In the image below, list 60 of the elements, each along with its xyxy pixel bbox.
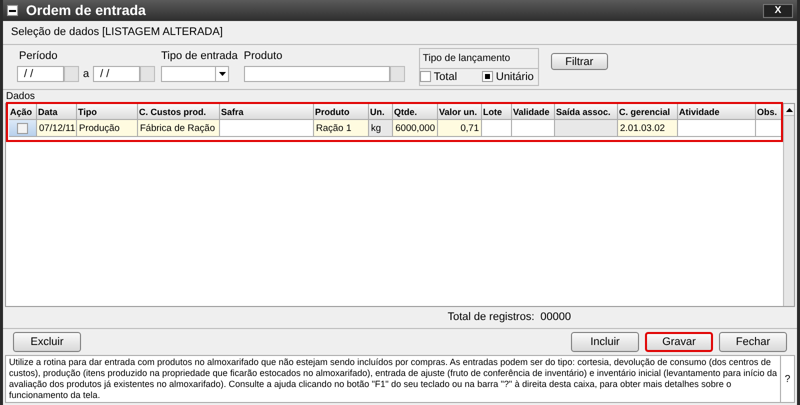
column-header[interactable]: Obs. bbox=[756, 104, 783, 120]
column-header[interactable]: Safra bbox=[220, 104, 314, 120]
close-button[interactable]: X bbox=[763, 4, 793, 18]
column-header[interactable]: C. gerencial bbox=[618, 104, 678, 120]
section-label: Dados bbox=[5, 90, 36, 103]
column-header[interactable]: Valor un. bbox=[438, 104, 482, 120]
table-cell bbox=[482, 120, 512, 137]
table-cell: Fábrica de Ração bbox=[138, 120, 220, 137]
scrollbar[interactable] bbox=[783, 104, 794, 306]
help-text: Utilize a rotina para dar entrada com produtos no almoxarifado que não estejam sendo incluídos por compras. As entradas podem ser do tipo: cortesia, devolução de consumo (dos centros de custos), produção (itens produzido na propriedade que ficarão estocados no almoxarifado), entrada de ajuste (fruto de conferência de inventário) e inventário inicial (levantamento para início da avaliação dos produtos já existentes no almoxarifado). Consulte a ajuda clicando no botão "F1" do seu teclado ou na barra "?" à direita desta caixa, para obter mais detalhes sobre o funcionamento da tela. bbox=[8, 356, 778, 402]
group-title: Tipo de lançamento bbox=[422, 52, 512, 66]
action-button[interactable]: Excluir bbox=[13, 332, 81, 352]
total-value: 00000 bbox=[540, 310, 571, 326]
dropdown-caret-icon bbox=[215, 67, 228, 81]
option-label: Total bbox=[434, 70, 458, 84]
help-button[interactable]: ? bbox=[780, 356, 794, 402]
product-field[interactable] bbox=[244, 66, 390, 82]
column-header[interactable]: C. Custos prod. bbox=[138, 104, 220, 120]
column-header[interactable]: Un. bbox=[369, 104, 393, 120]
column-header[interactable]: Ação bbox=[9, 104, 37, 120]
calendar-button[interactable] bbox=[140, 66, 156, 82]
option-label: Unitário bbox=[496, 70, 534, 84]
checkbox[interactable] bbox=[482, 71, 493, 82]
action-button[interactable]: Gravar bbox=[645, 332, 713, 352]
calendar-button[interactable] bbox=[64, 66, 79, 82]
date-field[interactable]: / / bbox=[17, 66, 64, 82]
table-cell: 07/12/11 bbox=[37, 120, 77, 137]
table-cell: Produção bbox=[77, 120, 138, 137]
checkbox[interactable] bbox=[420, 71, 431, 82]
lookup-button[interactable] bbox=[390, 66, 405, 82]
column-header[interactable]: Tipo bbox=[77, 104, 138, 120]
column-header[interactable]: Validade bbox=[512, 104, 555, 120]
column-header[interactable]: Atividade bbox=[678, 104, 756, 120]
total-label: Total de registros: bbox=[448, 310, 534, 326]
action-button[interactable]: Incluir bbox=[571, 332, 639, 352]
row-checkbox[interactable] bbox=[17, 122, 28, 134]
table-cell: 2.01.03.02 bbox=[618, 120, 678, 137]
column-header[interactable]: Produto bbox=[314, 104, 369, 120]
field-label: Período bbox=[18, 48, 59, 64]
column-header[interactable]: Saída assoc. bbox=[555, 104, 618, 120]
column-header[interactable]: Data bbox=[37, 104, 77, 120]
date-field[interactable]: / / bbox=[93, 66, 140, 82]
window-menu-icon[interactable] bbox=[7, 5, 18, 16]
window-title: Ordem de entrada bbox=[26, 1, 146, 20]
table-cell: 6000,000 bbox=[393, 120, 438, 137]
table-cell bbox=[555, 120, 618, 137]
field-label: Produto bbox=[244, 48, 284, 64]
column-header[interactable]: Lote bbox=[482, 104, 512, 120]
field-label: Tipo de entrada bbox=[161, 48, 238, 64]
scroll-up-icon[interactable] bbox=[784, 104, 794, 116]
column-header[interactable]: Qtde. bbox=[393, 104, 438, 120]
table-cell bbox=[512, 120, 555, 137]
action-button[interactable]: Fechar bbox=[719, 332, 787, 352]
table-cell: Ração 1 bbox=[314, 120, 369, 137]
table-cell: 0,71 bbox=[438, 120, 482, 137]
range-separator: a bbox=[83, 67, 90, 82]
type-dropdown[interactable] bbox=[161, 66, 230, 82]
filter-button[interactable]: Filtrar bbox=[550, 52, 608, 70]
section-title: Seleção de dados [LISTAGEM ALTERADA] bbox=[11, 26, 223, 38]
table-cell: kg bbox=[369, 120, 393, 137]
